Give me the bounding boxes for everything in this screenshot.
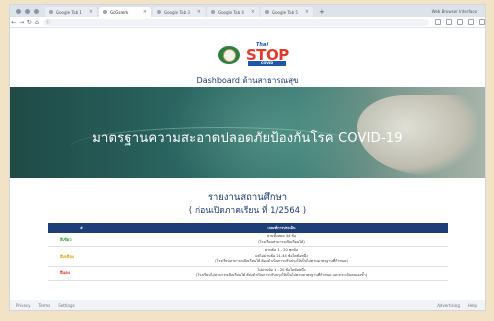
close-tab-icon[interactable]: × [89,9,93,15]
close-tab-icon[interactable]: × [197,9,201,15]
browser-tab[interactable]: Google Tab 4 × [207,7,259,17]
criteria-line: (โรงเรียนไม่สามารถเปิดเรียนได้ ต้องดำเนิ… [195,273,368,277]
footer-link-privacy[interactable]: Privacy [16,303,30,308]
address-bar[interactable]: ⓘ [42,18,429,26]
close-tab-icon[interactable]: × [251,9,255,15]
banner-heading: มาตรฐานความสะอาดปลอดภัยป้องกันโรค COVID-… [92,131,403,146]
favicon-icon [49,10,53,14]
criteria-line: (โรงเรียนสามารถเปิดเรียนได้ ต้องดำเนินกา… [215,259,348,263]
thai-stop-covid-logo[interactable]: Thai STOP COVID [246,42,290,68]
new-tab-button[interactable]: + [315,7,329,17]
home-icon[interactable]: ⌂ [33,19,41,26]
criteria-cell: ไม่ผ่านข้อ 1 - 20 ข้อใดข้อหนึ่ง (โรงเรีย… [115,266,448,281]
favicon-icon [103,10,107,14]
extensions-icon[interactable] [457,19,463,25]
criteria-cell: ผ่านทั้งหมด 44 ข้อ (โรงเรียนสามารถเปิดเร… [115,233,448,247]
zoom-icon[interactable] [435,19,441,25]
tab-label: GcGsmrk [110,9,129,15]
page-content: Thai STOP COVID Dashboard ด้านสาธารณสุข … [10,28,485,300]
browser-footer: Privacy Terms Settings Advertising Help [10,300,485,310]
profile-icon[interactable] [468,19,474,25]
table-row: สีแดง ไม่ผ่านข้อ 1 - 20 ข้อใดข้อหนึ่ง (โ… [48,266,448,281]
hero-banner: มาตรฐานความสะอาดปลอดภัยป้องกันโรค COVID-… [10,87,485,178]
navigation-bar: ← → ↻ ⌂ ⓘ [10,17,485,28]
minimize-window-icon[interactable] [25,8,30,14]
bookmark-icon[interactable] [446,19,452,25]
browser-window: Google Tab 1 × GcGsmrk × Google Tab 3 × … [10,5,485,310]
forward-arrow-icon[interactable]: → [18,19,26,26]
toolbar-icons [435,19,485,25]
criteria-line: (โรงเรียนสามารถเปิดเรียนได้) [258,239,305,244]
criteria-cell: ผ่านข้อ 1 - 20 ทุกข้อ แต่ไม่ผ่านข้อ 21-4… [115,246,448,267]
tab-label: Google Tab 3 [164,9,190,15]
header-logos: Thai STOP COVID [218,42,290,68]
close-tab-icon[interactable]: × [305,9,309,15]
footer-link-settings[interactable]: Settings [58,303,74,308]
address-text: ⓘ [45,19,50,24]
favicon-icon [211,10,215,14]
browser-tab[interactable]: Google Tab 3 × [153,7,205,17]
window-controls [10,5,45,17]
tab-label: Google Tab 4 [218,9,244,15]
tab-label: Google Tab 1 [56,9,82,15]
column-header: เกณฑ์การประเมิน [115,223,448,233]
footer-link-help[interactable]: Help [468,303,477,308]
close-window-icon[interactable] [16,8,21,14]
column-header: # [48,223,115,233]
status-level-red: สีแดง [48,266,115,281]
status-level-green: สีเขียว [48,233,115,247]
window-title: Web Browser Interface [431,8,477,14]
close-tab-icon[interactable]: × [143,9,147,15]
section-subtitle: ( ก่อนเปิดภาคเรียน ที่ 1/2564 ) [188,206,307,216]
back-arrow-icon[interactable]: ← [10,19,18,26]
maximize-window-icon[interactable] [34,8,39,14]
tab-strip: Google Tab 1 × GcGsmrk × Google Tab 3 × … [10,5,485,17]
logo-covid-text: COVID [248,61,286,66]
favicon-icon [265,10,269,14]
favicon-icon [157,10,161,14]
menu-icon[interactable] [479,19,485,25]
browser-tab-active[interactable]: GcGsmrk × [99,7,151,17]
table-row: สีเหลือง ผ่านข้อ 1 - 20 ทุกข้อ แต่ไม่ผ่า… [48,246,448,267]
reload-icon[interactable]: ↻ [25,19,33,26]
table-row: สีเขียว ผ่านทั้งหมด 44 ข้อ (โรงเรียนสามา… [48,233,448,247]
footer-link-advertising[interactable]: Advertising [437,303,460,308]
tab-label: Google Tab 5 [272,9,298,15]
browser-tab[interactable]: Google Tab 1 × [45,7,97,17]
browser-tab[interactable]: Google Tab 5 × [261,7,313,17]
ministry-seal-logo [218,46,240,64]
footer-link-terms[interactable]: Terms [38,303,50,308]
status-criteria-table: # เกณฑ์การประเมิน สีเขียว ผ่านทั้งหมด 44… [48,223,448,281]
status-level-yellow: สีเหลือง [48,246,115,267]
table-header-row: # เกณฑ์การประเมิน [48,223,448,233]
dashboard-title: Dashboard ด้านสาธารณสุข [196,76,299,85]
